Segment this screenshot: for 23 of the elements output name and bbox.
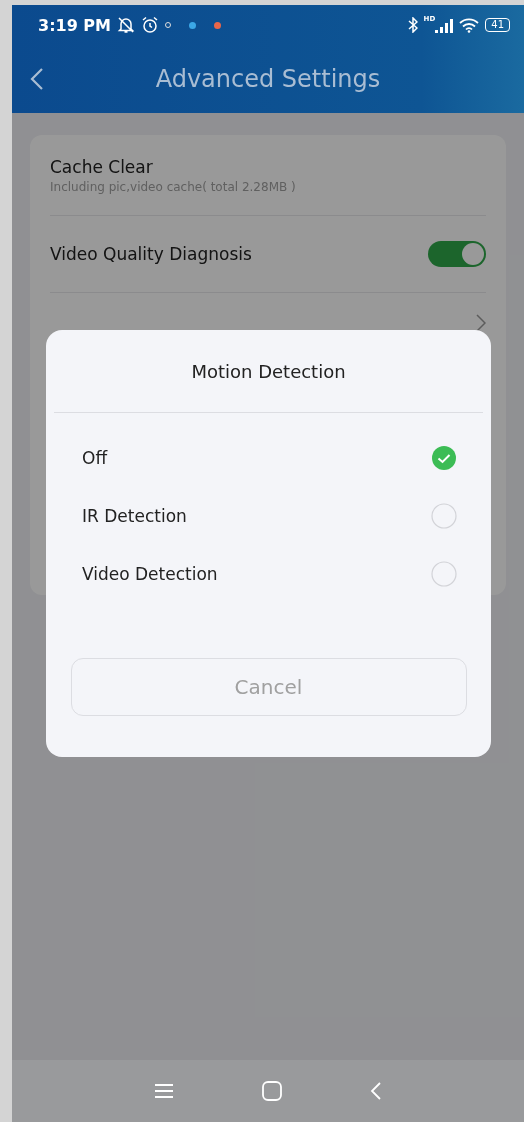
wifi-icon [459,17,480,33]
dialog-title: Motion Detection [54,330,483,413]
option-item[interactable]: IR Detection [46,487,491,545]
battery-indicator: 41 [485,18,510,32]
toggle-switch[interactable] [428,241,486,267]
page-title: Advanced Settings [154,65,382,93]
signal-icon [435,17,454,33]
status-time: 3:19 PM [38,15,111,35]
setting-subtitle: Including pic,video cache( total 2.28MB ) [50,179,296,194]
bluetooth-icon [407,17,418,33]
option-item[interactable]: Video Detection [46,545,491,603]
back-icon[interactable] [30,67,44,91]
notification-dot-icon [165,22,171,28]
notification-dot-icon [214,21,221,29]
setting-title: Cache Clear [50,156,153,177]
muted-bell-icon [117,16,135,34]
setting-title: Video Quality Diagnosis [50,244,252,264]
chevron-right-icon [476,314,486,332]
option-item[interactable]: Off [46,429,491,487]
menu-icon[interactable] [154,1083,174,1099]
home-icon[interactable] [262,1081,282,1101]
alarm-icon [141,16,159,34]
notification-dot-icon [189,21,196,29]
